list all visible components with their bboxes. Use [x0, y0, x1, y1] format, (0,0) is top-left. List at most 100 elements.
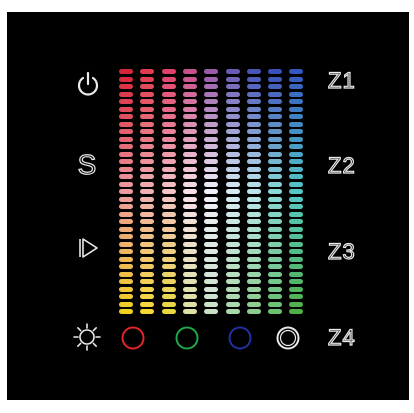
- color-cell[interactable]: [246, 151, 261, 157]
- color-cell[interactable]: [246, 234, 261, 239]
- color-cell[interactable]: [161, 151, 176, 157]
- color-cell[interactable]: [246, 121, 261, 127]
- color-cell[interactable]: [204, 279, 219, 284]
- red-channel-button[interactable]: [118, 323, 148, 353]
- color-cell[interactable]: [204, 196, 219, 202]
- color-cell[interactable]: [182, 309, 197, 314]
- color-cell[interactable]: [204, 204, 219, 209]
- color-cell[interactable]: [182, 219, 197, 224]
- color-cell[interactable]: [204, 136, 219, 142]
- color-cell[interactable]: [289, 279, 304, 284]
- color-cell[interactable]: [268, 301, 283, 307]
- color-cell[interactable]: [119, 159, 133, 164]
- color-cell[interactable]: [119, 286, 133, 292]
- color-cell[interactable]: [140, 211, 155, 217]
- color-cell[interactable]: [161, 181, 176, 187]
- color-cell[interactable]: [225, 249, 240, 254]
- color-cell[interactable]: [246, 91, 261, 97]
- color-cell[interactable]: [140, 256, 155, 262]
- color-cell[interactable]: [289, 181, 304, 187]
- color-cell[interactable]: [268, 144, 283, 149]
- color-cell[interactable]: [225, 174, 240, 179]
- play-button[interactable]: [73, 233, 103, 263]
- color-cell[interactable]: [204, 121, 219, 127]
- color-cell[interactable]: [140, 219, 155, 224]
- color-cell[interactable]: [119, 219, 133, 224]
- color-cell[interactable]: [161, 166, 176, 172]
- color-cell[interactable]: [289, 76, 304, 82]
- color-cell[interactable]: [246, 219, 261, 224]
- color-cell[interactable]: [246, 279, 261, 284]
- color-cell[interactable]: [140, 84, 155, 89]
- color-cell[interactable]: [140, 249, 155, 254]
- color-cell[interactable]: [204, 99, 219, 104]
- color-cell[interactable]: [119, 241, 133, 247]
- color-cell[interactable]: [204, 174, 219, 179]
- color-cell[interactable]: [268, 249, 283, 254]
- color-cell[interactable]: [140, 166, 155, 172]
- color-cell[interactable]: [204, 294, 219, 299]
- color-cell[interactable]: [204, 189, 219, 194]
- color-cell[interactable]: [289, 271, 304, 277]
- color-cell[interactable]: [119, 144, 133, 149]
- color-cell[interactable]: [289, 226, 304, 232]
- color-cell[interactable]: [289, 114, 304, 119]
- color-cell[interactable]: [182, 294, 197, 299]
- color-cell[interactable]: [204, 129, 219, 134]
- color-cell[interactable]: [268, 189, 283, 194]
- color-cell[interactable]: [140, 69, 155, 74]
- color-cell[interactable]: [140, 114, 155, 119]
- color-cell[interactable]: [289, 219, 304, 224]
- color-cell[interactable]: [204, 76, 219, 82]
- color-cell[interactable]: [289, 234, 304, 239]
- color-cell[interactable]: [225, 69, 240, 74]
- color-cell[interactable]: [140, 106, 155, 112]
- color-cell[interactable]: [204, 264, 219, 269]
- color-cell[interactable]: [225, 114, 240, 119]
- color-cell[interactable]: [161, 256, 176, 262]
- color-cell[interactable]: [161, 76, 176, 82]
- color-cell[interactable]: [140, 226, 155, 232]
- color-cell[interactable]: [204, 234, 219, 239]
- color-cell[interactable]: [268, 219, 283, 224]
- color-cell[interactable]: [204, 241, 219, 247]
- color-cell[interactable]: [204, 166, 219, 172]
- color-cell[interactable]: [268, 91, 283, 97]
- color-cell[interactable]: [161, 84, 176, 89]
- color-cell[interactable]: [225, 159, 240, 164]
- color-cell[interactable]: [182, 76, 197, 82]
- color-cell[interactable]: [289, 166, 304, 172]
- color-cell[interactable]: [161, 309, 176, 314]
- color-cell[interactable]: [246, 84, 261, 89]
- green-channel-button[interactable]: [172, 323, 202, 353]
- color-cell[interactable]: [140, 279, 155, 284]
- color-cell[interactable]: [225, 91, 240, 97]
- color-cell[interactable]: [246, 301, 261, 307]
- color-cell[interactable]: [225, 211, 240, 217]
- color-cell[interactable]: [140, 196, 155, 202]
- color-cell[interactable]: [119, 114, 133, 119]
- color-cell[interactable]: [289, 159, 304, 164]
- color-cell[interactable]: [225, 241, 240, 247]
- color-cell[interactable]: [204, 106, 219, 112]
- color-cell[interactable]: [268, 196, 283, 202]
- color-cell[interactable]: [204, 249, 219, 254]
- color-cell[interactable]: [161, 279, 176, 284]
- color-cell[interactable]: [225, 189, 240, 194]
- color-cell[interactable]: [119, 234, 133, 239]
- color-cell[interactable]: [225, 226, 240, 232]
- color-cell[interactable]: [246, 181, 261, 187]
- color-cell[interactable]: [119, 189, 133, 194]
- color-cell[interactable]: [182, 106, 197, 112]
- color-cell[interactable]: [182, 189, 197, 194]
- zone-button-z2[interactable]: Z2: [327, 152, 356, 179]
- color-cell[interactable]: [204, 219, 219, 224]
- color-cell[interactable]: [225, 309, 240, 314]
- color-cell[interactable]: [182, 91, 197, 97]
- color-cell[interactable]: [182, 264, 197, 269]
- color-cell[interactable]: [182, 286, 197, 292]
- color-cell[interactable]: [161, 99, 176, 104]
- color-cell[interactable]: [140, 286, 155, 292]
- color-cell[interactable]: [161, 241, 176, 247]
- color-cell[interactable]: [204, 309, 219, 314]
